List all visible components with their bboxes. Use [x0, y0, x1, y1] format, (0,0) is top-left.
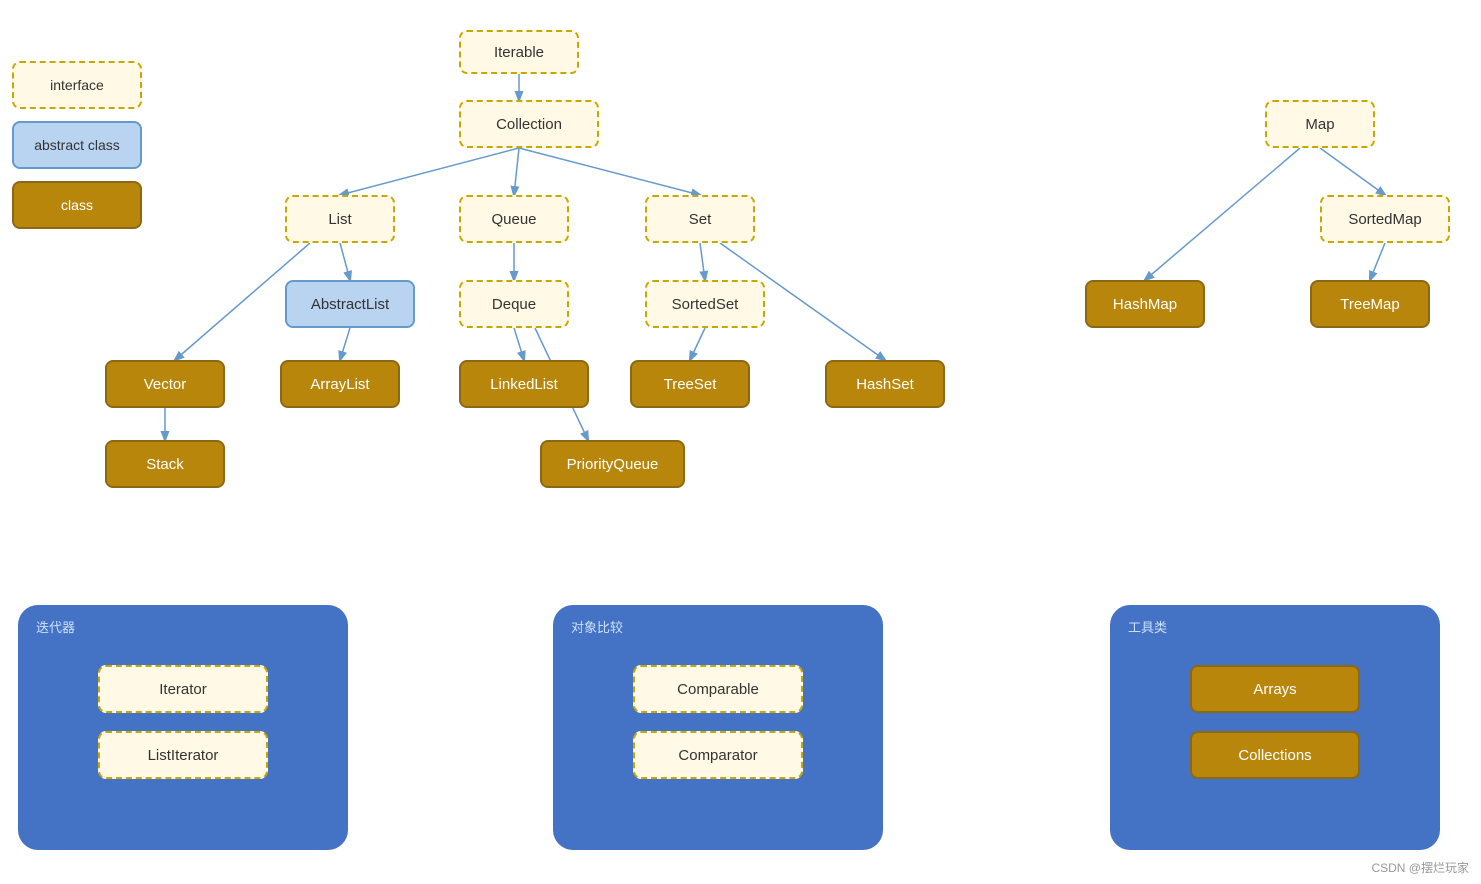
node-comparator: Comparator: [633, 731, 803, 779]
node-arrays: Arrays: [1190, 665, 1360, 713]
node-comparable: Comparable: [633, 665, 803, 713]
node-iterable: Iterable: [459, 30, 579, 74]
node-listiterator: ListIterator: [98, 731, 268, 779]
node-linkedlist: LinkedList: [459, 360, 589, 408]
panel-iterators: 迭代器 Iterator ListIterator: [18, 605, 348, 850]
legend-interface: interface: [12, 61, 142, 109]
panel-utilities-label: 工具类: [1128, 617, 1167, 636]
node-treeset: TreeSet: [630, 360, 750, 408]
node-stack: Stack: [105, 440, 225, 488]
node-collections: Collections: [1190, 731, 1360, 779]
node-sortedset: SortedSet: [645, 280, 765, 328]
diagram-area: interface abstract class class Iterable …: [0, 0, 1481, 884]
legend-abstract: abstract class: [12, 121, 142, 169]
node-priorityqueue: PriorityQueue: [540, 440, 685, 488]
panel-iterators-label: 迭代器: [36, 617, 75, 636]
node-iterator: Iterator: [98, 665, 268, 713]
node-vector: Vector: [105, 360, 225, 408]
panel-comparators: 对象比较 Comparable Comparator: [553, 605, 883, 850]
node-hashmap: HashMap: [1085, 280, 1205, 328]
node-abstractlist: AbstractList: [285, 280, 415, 328]
node-map: Map: [1265, 100, 1375, 148]
node-deque: Deque: [459, 280, 569, 328]
legend-class: class: [12, 181, 142, 229]
node-list: List: [285, 195, 395, 243]
node-queue: Queue: [459, 195, 569, 243]
node-collection: Collection: [459, 100, 599, 148]
node-sortedmap: SortedMap: [1320, 195, 1450, 243]
node-arraylist: ArrayList: [280, 360, 400, 408]
panel-comparators-label: 对象比较: [571, 617, 623, 636]
node-hashset: HashSet: [825, 360, 945, 408]
node-set: Set: [645, 195, 755, 243]
node-treemap: TreeMap: [1310, 280, 1430, 328]
watermark: CSDN @摆烂玩家: [1371, 859, 1469, 876]
panel-utilities: 工具类 Arrays Collections: [1110, 605, 1440, 850]
